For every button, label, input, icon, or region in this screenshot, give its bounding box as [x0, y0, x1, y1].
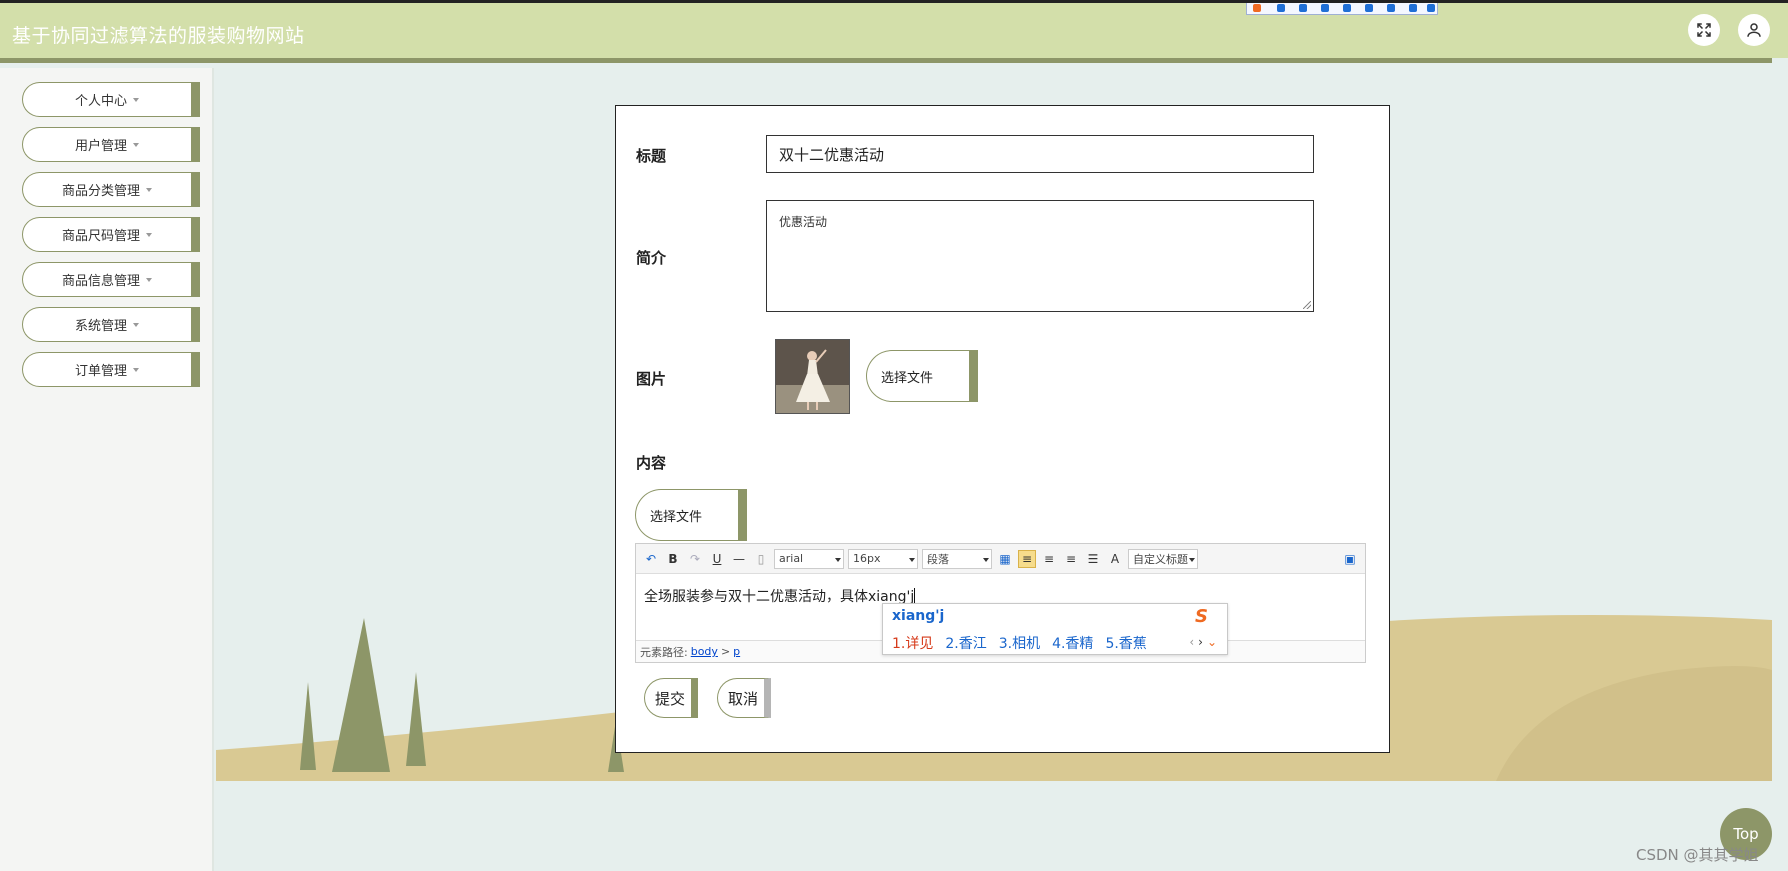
chevron-right-icon[interactable]: › [1198, 635, 1203, 649]
text-caret [914, 588, 916, 604]
sidebar-item-label: 个人中心 [74, 94, 127, 109]
content-choose-file-button[interactable]: 选择文件 [635, 489, 747, 541]
ime-toolbar-strip[interactable] [1246, 3, 1438, 15]
path-body-link[interactable]: body [691, 645, 718, 658]
redo-icon[interactable]: ↷ [686, 550, 704, 568]
content-choose-file-label: 选择文件 [650, 509, 703, 525]
font-color-glyph: A [1110, 551, 1120, 566]
intro-textarea-value: 优惠活动 [779, 215, 828, 229]
align-justify-icon[interactable]: ☰ [1084, 550, 1102, 568]
chevron-down-icon [133, 322, 139, 327]
custom-title-value: 自定义标题 [1133, 552, 1188, 566]
path-p-link[interactable]: p [733, 645, 740, 658]
ime-pinyin-input: xiang'j [892, 608, 945, 624]
chevron-down-icon [133, 142, 139, 147]
ime-candidate[interactable]: 5.香蕉 [1105, 633, 1146, 653]
ime-candidate[interactable]: 2.香江 [945, 633, 986, 653]
site-title: 基于协同过滤算法的服装购物网站 [12, 25, 305, 47]
underline-button[interactable]: U [708, 550, 726, 568]
sidebar: 个人中心 用户管理 商品分类管理 商品尺码管理 商品信息管理 系统管理 订单管理 [0, 68, 214, 871]
top-header: 基于协同过滤算法的服装购物网站 [0, 0, 1788, 58]
editor-toolbar: ↶ B ↷ U — ▯ arial 16px 段落 ▦ ≡ ≡ ≡ ☰ A 自定… [636, 544, 1365, 574]
sidebar-item-label: 用户管理 [74, 139, 127, 154]
fullscreen-icon [1697, 23, 1711, 37]
ime-candidate[interactable]: 4.香精 [1052, 633, 1093, 653]
font-color-button[interactable]: A [1106, 550, 1124, 568]
sidebar-item-label: 商品分类管理 [61, 184, 140, 199]
sidebar-item-label: 商品信息管理 [61, 274, 140, 289]
chevron-down-icon [146, 232, 152, 237]
path-separator: > [720, 645, 731, 658]
sidebar-item-size-management[interactable]: 商品尺码管理 [22, 217, 200, 252]
chevron-down-icon [146, 187, 152, 192]
chevron-left-icon[interactable]: ‹ [1189, 635, 1194, 649]
table-icon[interactable]: ▦ [996, 550, 1014, 568]
ime-candidates: 1.详见 2.香江 3.相机 4.香精 5.香蕉 [892, 633, 1147, 653]
ime-candidate[interactable]: 1.详见 [892, 633, 933, 653]
align-right-icon[interactable]: ≡ [1040, 550, 1058, 568]
sidebar-item-personal-center[interactable]: 个人中心 [22, 82, 200, 117]
back-to-top-label: Top [1733, 825, 1759, 843]
font-family-select[interactable]: arial [774, 548, 844, 569]
chevron-down-icon [133, 367, 139, 372]
bold-glyph: B [668, 551, 678, 566]
font-size-select[interactable]: 16px [848, 548, 918, 569]
ime-candidate[interactable]: 3.相机 [999, 633, 1040, 653]
align-center-icon[interactable]: ≡ [1062, 550, 1080, 568]
bold-button[interactable]: B [664, 550, 682, 568]
fullscreen-button[interactable] [1688, 14, 1720, 46]
editor-text: 全场服装参与双十二优惠活动，具体xiang'j [644, 589, 915, 605]
editor-content[interactable]: 全场服装参与双十二优惠活动，具体xiang'j [644, 586, 916, 606]
user-profile-button[interactable] [1738, 14, 1770, 46]
title-input[interactable]: 双十二优惠活动 [766, 135, 1314, 173]
align-left-icon[interactable]: ≡ [1018, 549, 1036, 568]
ime-page-nav: ‹ › ⌄ [1189, 635, 1217, 649]
title-input-value: 双十二优惠活动 [779, 145, 885, 164]
sidebar-item-system-management[interactable]: 系统管理 [22, 307, 200, 342]
intro-label: 简介 [636, 249, 667, 267]
sidebar-item-product-management[interactable]: 商品信息管理 [22, 262, 200, 297]
horizontal-rule-icon[interactable]: — [730, 550, 748, 568]
font-size-value: 16px [853, 552, 881, 565]
sidebar-item-order-management[interactable]: 订单管理 [22, 352, 200, 387]
chevron-down-icon[interactable]: ⌄ [1207, 635, 1217, 649]
paragraph-select[interactable]: 段落 [922, 548, 992, 569]
fullscreen-editor-icon[interactable]: ▣ [1341, 550, 1359, 568]
resize-handle[interactable] [1303, 301, 1311, 309]
dress-photo [776, 340, 849, 413]
product-image-thumbnail [775, 339, 850, 414]
cancel-label: 取消 [728, 689, 759, 708]
page-icon[interactable]: ▯ [752, 550, 770, 568]
sidebar-item-label: 订单管理 [74, 364, 127, 379]
image-choose-file-label: 选择文件 [881, 370, 934, 386]
cancel-button[interactable]: 取消 [717, 678, 771, 718]
font-family-value: arial [779, 552, 804, 565]
sidebar-item-label: 商品尺码管理 [61, 229, 140, 244]
submit-label: 提交 [655, 689, 686, 708]
sidebar-item-user-management[interactable]: 用户管理 [22, 127, 200, 162]
chevron-down-icon [133, 97, 139, 102]
sogou-logo-icon: S [1195, 606, 1208, 627]
header-divider [0, 58, 1772, 63]
undo-icon[interactable]: ↶ [642, 550, 660, 568]
chevron-down-icon [146, 277, 152, 282]
user-icon [1747, 23, 1761, 37]
underline-glyph: U [712, 551, 722, 566]
content-label: 内容 [636, 454, 667, 472]
image-choose-file-button[interactable]: 选择文件 [866, 350, 978, 402]
sidebar-item-label: 系统管理 [74, 319, 127, 334]
edit-form-card: 标题 双十二优惠活动 简介 优惠活动 图片 选择文件 内容 选择文件 ↶ B ↷… [615, 105, 1390, 753]
ime-candidate-popup: xiang'j S 1.详见 2.香江 3.相机 4.香精 5.香蕉 ‹ › ⌄ [882, 603, 1228, 655]
intro-textarea[interactable]: 优惠活动 [766, 200, 1314, 312]
submit-button[interactable]: 提交 [644, 678, 698, 718]
csdn-watermark: CSDN @其其学姐 [1636, 846, 1759, 864]
element-path-label: 元素路径: [640, 645, 688, 659]
title-label: 标题 [636, 147, 667, 165]
sidebar-item-category-management[interactable]: 商品分类管理 [22, 172, 200, 207]
paragraph-value: 段落 [927, 552, 949, 566]
custom-title-select[interactable]: 自定义标题 [1128, 548, 1198, 569]
image-label: 图片 [636, 370, 667, 388]
